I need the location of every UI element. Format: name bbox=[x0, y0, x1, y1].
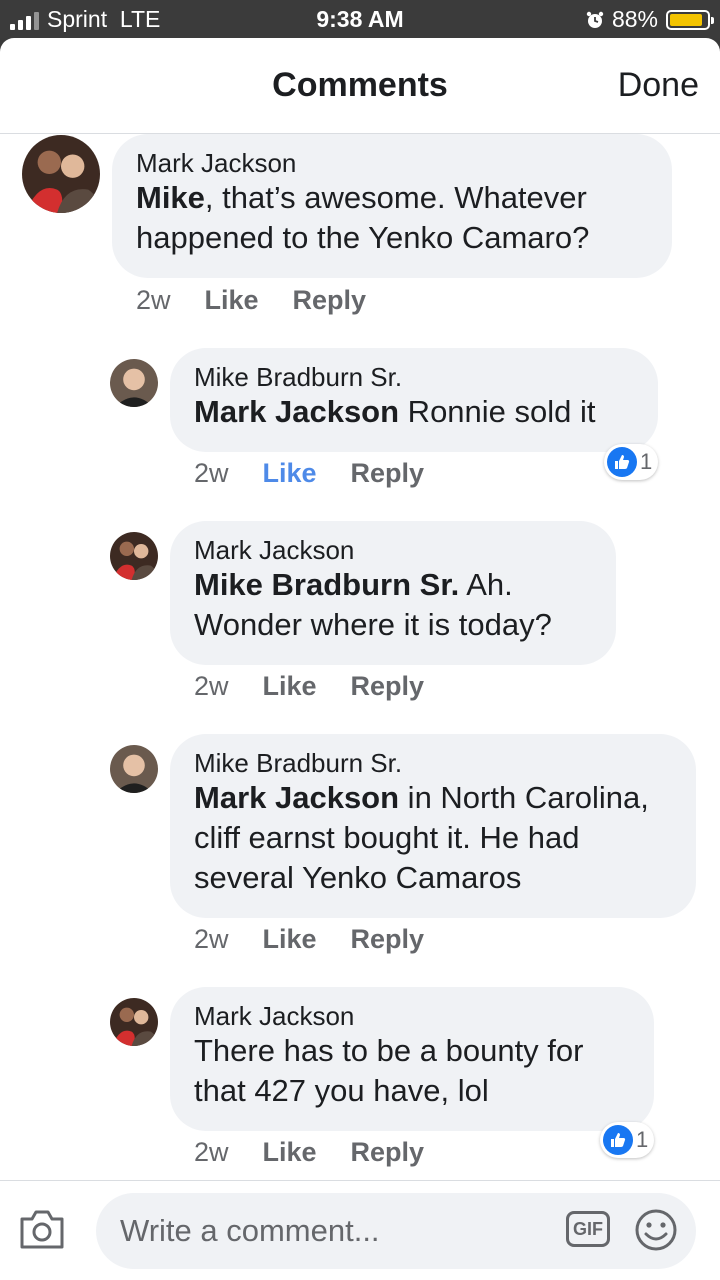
camera-icon[interactable] bbox=[18, 1207, 66, 1251]
like-button[interactable]: Like bbox=[263, 458, 317, 489]
like-button[interactable]: Like bbox=[263, 671, 317, 702]
comment-input-placeholder: Write a comment... bbox=[120, 1213, 380, 1248]
comment-time: 2w bbox=[194, 1137, 229, 1167]
comment-bubble[interactable]: Mark Jackson Mike, that’s awesome. Whate… bbox=[112, 134, 672, 278]
comment-input[interactable]: Write a comment... GIF bbox=[96, 1193, 696, 1269]
avatar[interactable] bbox=[110, 998, 158, 1046]
avatar[interactable] bbox=[110, 359, 158, 407]
comment-composer: Write a comment... GIF bbox=[0, 1180, 720, 1280]
reaction-count: 1 bbox=[636, 1127, 649, 1152]
comment-time: 2w bbox=[136, 285, 171, 315]
comment-text: Mike, that’s awesome. Whatever happened … bbox=[136, 178, 648, 258]
comment-bubble[interactable]: Mark Jackson There has to be a bounty fo… bbox=[170, 987, 654, 1131]
comment-actions: 2w Like Reply bbox=[136, 285, 366, 316]
comment-body: There has to be a bounty for that 427 yo… bbox=[194, 1033, 584, 1108]
comment-actions: 2w Like Reply bbox=[194, 1137, 424, 1168]
reply-button[interactable]: Reply bbox=[293, 285, 367, 316]
comment-text: There has to be a bounty for that 427 yo… bbox=[194, 1031, 630, 1111]
header: Comments Done bbox=[0, 38, 720, 134]
comment-actions: 2w Like Reply bbox=[194, 671, 424, 702]
comment-body: Ronnie sold it bbox=[399, 394, 596, 429]
comments-sheet: Comments Done Mark Jackson Mike, that’s … bbox=[0, 38, 720, 1280]
reply-button[interactable]: Reply bbox=[351, 1137, 425, 1168]
reply-button[interactable]: Reply bbox=[351, 671, 425, 702]
comment-text: Mike Bradburn Sr. Ah. Wonder where it is… bbox=[194, 565, 592, 645]
comment-mention[interactable]: Mark Jackson bbox=[194, 394, 399, 429]
battery-icon bbox=[666, 9, 714, 30]
battery-fill bbox=[670, 13, 702, 26]
comment-author[interactable]: Mark Jackson bbox=[194, 535, 592, 565]
comment-bubble[interactable]: Mike Bradburn Sr. Mark Jackson in North … bbox=[170, 734, 696, 918]
comment-mention[interactable]: Mike Bradburn Sr. bbox=[194, 567, 459, 602]
avatar[interactable] bbox=[110, 532, 158, 580]
comment-author[interactable]: Mike Bradburn Sr. bbox=[194, 748, 672, 778]
done-button[interactable]: Done bbox=[618, 66, 699, 105]
avatar[interactable] bbox=[110, 745, 158, 793]
thumbs-up-icon bbox=[607, 447, 637, 477]
comment-bubble[interactable]: Mark Jackson Mike Bradburn Sr. Ah. Wonde… bbox=[170, 521, 616, 665]
comment-time: 2w bbox=[194, 924, 229, 954]
status-bar: Sprint LTE 9:38 AM 88% bbox=[0, 0, 720, 38]
comment-actions: 2w Like Reply bbox=[194, 458, 424, 489]
comment-time: 2w bbox=[194, 458, 229, 488]
like-button[interactable]: Like bbox=[263, 1137, 317, 1168]
comment-mention[interactable]: Mike bbox=[136, 180, 205, 215]
reaction-badge[interactable]: 1 bbox=[600, 1122, 655, 1158]
comment-body: , that’s awesome. Whatever happened to t… bbox=[136, 180, 590, 255]
reply-button[interactable]: Reply bbox=[351, 458, 425, 489]
comment-text: Mark Jackson in North Carolina, cliff ea… bbox=[194, 778, 672, 898]
comment-time: 2w bbox=[194, 671, 229, 701]
gif-icon[interactable]: GIF bbox=[566, 1211, 610, 1247]
reaction-badge[interactable]: 1 bbox=[604, 444, 659, 480]
alarm-icon bbox=[586, 11, 604, 28]
reply-button[interactable]: Reply bbox=[351, 924, 425, 955]
comment-author[interactable]: Mark Jackson bbox=[194, 1001, 630, 1031]
battery-percent: 88% bbox=[611, 6, 658, 32]
like-button[interactable]: Like bbox=[263, 924, 317, 955]
comment-mention[interactable]: Mark Jackson bbox=[194, 780, 399, 815]
comment-author[interactable]: Mark Jackson bbox=[136, 148, 648, 178]
page-title: Comments bbox=[272, 66, 448, 104]
emoji-icon[interactable] bbox=[634, 1208, 678, 1252]
comment-bubble[interactable]: Mike Bradburn Sr. Mark Jackson Ronnie so… bbox=[170, 348, 658, 452]
comment-author[interactable]: Mike Bradburn Sr. bbox=[194, 362, 634, 392]
like-button[interactable]: Like bbox=[205, 285, 259, 316]
reaction-count: 1 bbox=[640, 449, 653, 474]
comment-actions: 2w Like Reply bbox=[194, 924, 424, 955]
avatar[interactable] bbox=[22, 135, 100, 213]
comment-text: Mark Jackson Ronnie sold it bbox=[194, 392, 634, 432]
thumbs-up-icon bbox=[603, 1125, 633, 1155]
